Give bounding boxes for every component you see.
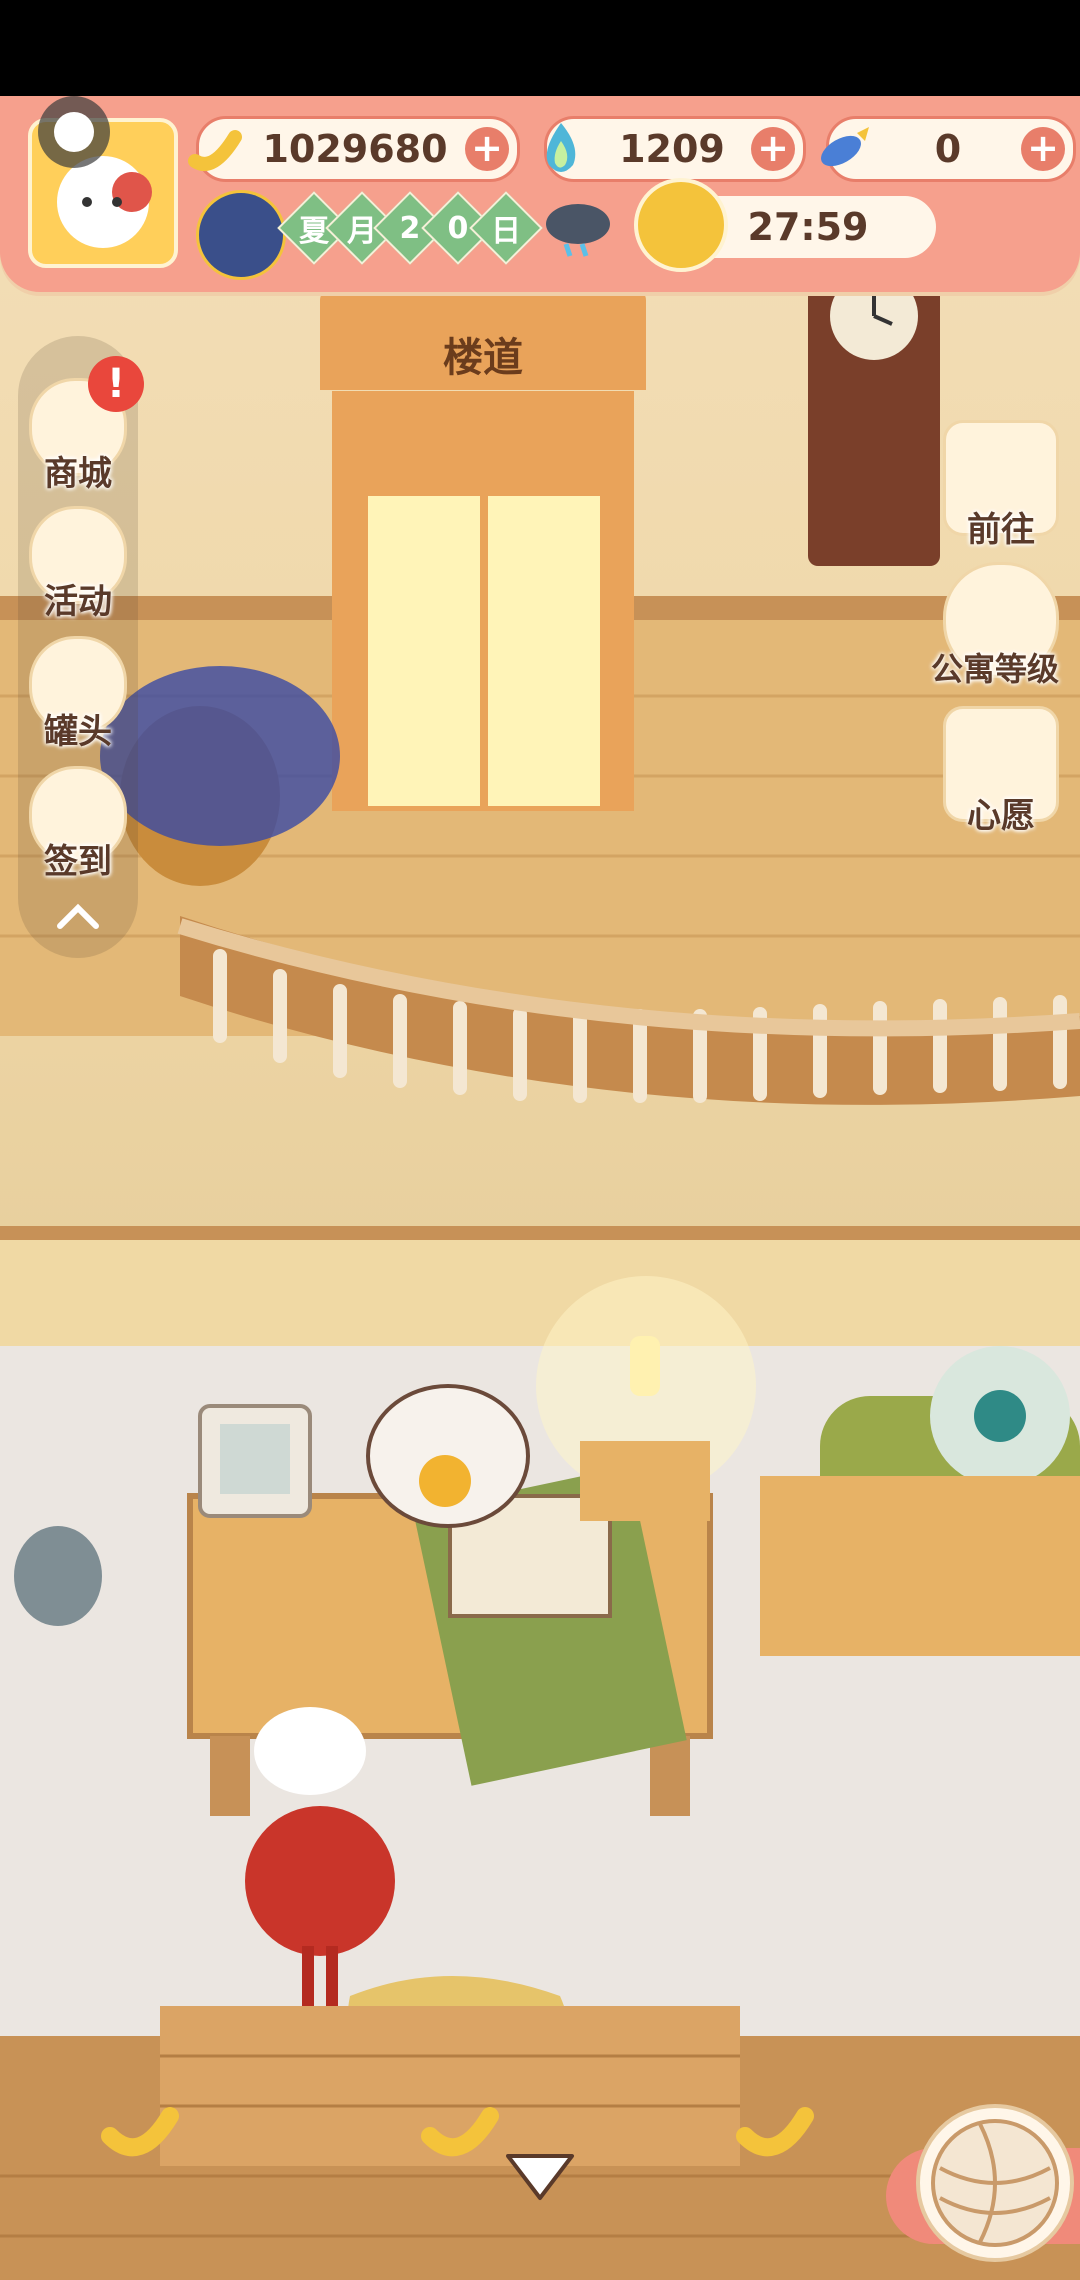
rain-cloud-icon[interactable] xyxy=(540,196,616,266)
shop-label: 商城 xyxy=(44,454,112,494)
timer-text: 27:59 xyxy=(747,205,869,249)
wish-label: 心愿 xyxy=(967,796,1035,836)
fish-count: 0 xyxy=(934,127,962,171)
event-button[interactable]: 活动 xyxy=(22,506,134,623)
flame-count: 1209 xyxy=(619,127,725,171)
chevron-up-icon[interactable] xyxy=(54,898,102,932)
can-button[interactable]: 罐头 xyxy=(22,636,134,753)
yarn-ball-button[interactable] xyxy=(916,2104,1074,2262)
event-label: 活动 xyxy=(44,582,112,622)
apartment-level-label: 公寓等级 xyxy=(930,650,1059,688)
add-fish-button[interactable]: + xyxy=(1021,127,1065,171)
room-background xyxy=(0,266,1080,2280)
blue-fish-icon xyxy=(821,127,869,167)
blue-flame-icon xyxy=(546,123,576,172)
add-banana-button[interactable]: + xyxy=(465,127,509,171)
goto-label: 前往 xyxy=(967,510,1035,550)
door-sign[interactable]: 楼道 xyxy=(320,290,646,390)
season-date[interactable]: 夏 月 2 0 日 xyxy=(198,191,543,265)
checkin-label: 签到 xyxy=(44,842,112,882)
flame-currency[interactable]: 1209 + xyxy=(544,116,806,182)
checkin-button[interactable]: 签到 xyxy=(22,766,134,883)
yarn-ball-icon xyxy=(931,2119,1059,2247)
add-flame-button[interactable]: + xyxy=(751,127,795,171)
chevron-down-icon[interactable] xyxy=(500,2146,580,2210)
room-scene[interactable] xyxy=(0,96,1080,2280)
timer-cat-icon xyxy=(634,178,728,272)
wish-button[interactable]: 心愿 xyxy=(926,706,1076,837)
touch-indicator xyxy=(38,96,110,168)
goto-button[interactable]: 前往 xyxy=(926,420,1076,551)
fish-currency[interactable]: 0 + xyxy=(821,116,1076,182)
banana-currency[interactable]: 1029680 + xyxy=(188,116,520,182)
banana-icon xyxy=(188,130,242,171)
banana-count: 1029680 xyxy=(262,127,448,171)
shop-alert-badge: ! xyxy=(88,356,144,412)
apartment-level-button[interactable]: 公寓等级 xyxy=(926,562,1076,690)
can-label: 罐头 xyxy=(44,712,112,752)
